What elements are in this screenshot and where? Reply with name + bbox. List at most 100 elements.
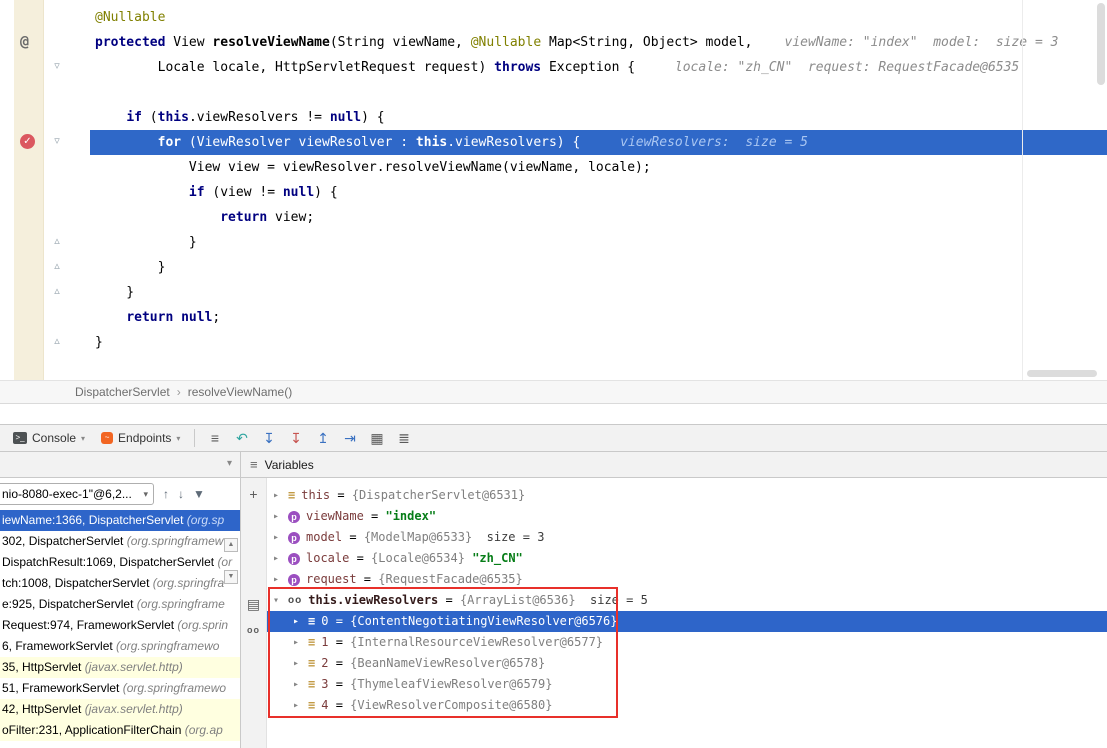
frame-package: (org.ap xyxy=(185,723,223,737)
chevron-right-icon[interactable]: ▸ xyxy=(293,653,308,674)
variable-value: {DispatcherServlet@6531} xyxy=(352,485,525,506)
stack-frame-row[interactable]: Request:974, FrameworkServlet (org.sprin xyxy=(0,615,240,636)
value-icon: ≡ xyxy=(308,632,315,653)
variable-row[interactable]: ▸≡1 = {InternalResourceViewResolver@6577… xyxy=(267,632,1107,653)
stack-frame-row[interactable]: 42, HttpServlet (javax.servlet.http) xyxy=(0,699,240,720)
editor-vertical-scrollbar[interactable] xyxy=(1097,3,1105,85)
frame-location: 51, FrameworkServlet xyxy=(2,681,123,695)
variable-row[interactable]: ▸pviewName = "index" xyxy=(267,506,1107,527)
fold-up-icon[interactable]: ▵ xyxy=(50,336,64,349)
fold-down-icon[interactable]: ▿ xyxy=(50,136,64,149)
variable-name: 3 xyxy=(321,674,328,695)
panel-headers: ▾ ≡ Variables xyxy=(0,452,1107,478)
variable-row[interactable]: ▸plocale = {Locale@6534} "zh_CN" xyxy=(267,548,1107,569)
chevron-right-icon[interactable]: ▸ xyxy=(273,506,288,527)
stack-frame-row[interactable]: iewName:1366, DispatcherServlet (org.sp xyxy=(0,510,240,531)
frames-panel-header: ▾ xyxy=(0,452,241,477)
more-options-icon[interactable]: ≣ xyxy=(390,425,417,451)
variable-row[interactable]: ▸≡this = {DispatcherServlet@6531} xyxy=(267,485,1107,506)
toolbar-separator xyxy=(194,429,195,447)
breadcrumb-method[interactable]: resolveViewName() xyxy=(188,385,292,399)
variable-value: {ContentNegotiatingViewResolver@6576} xyxy=(350,611,617,632)
value-icon: ≡ xyxy=(308,695,315,716)
tab-console[interactable]: >_ Console ▾ xyxy=(5,425,93,451)
stack-frame-row[interactable]: oFilter:231, ApplicationFilterChain (org… xyxy=(0,720,240,741)
thread-toolbar: nio-8080-exec-1"@6,2... ▾ ↑ ↓ ▼ xyxy=(0,478,240,510)
chevron-down-icon[interactable]: ▾ xyxy=(273,590,288,611)
fold-up-icon[interactable]: ▵ xyxy=(50,236,64,249)
variable-name: 0 xyxy=(321,611,328,632)
fold-down-icon[interactable]: ▿ xyxy=(50,61,64,74)
chevron-right-icon[interactable]: ▸ xyxy=(273,569,288,590)
evaluate-expression-icon[interactable]: ▦ xyxy=(363,425,390,451)
editor-horizontal-scrollbar[interactable] xyxy=(1027,370,1097,377)
show-execution-point-icon[interactable]: ↶ xyxy=(228,425,255,451)
run-to-cursor-icon[interactable]: ⇥ xyxy=(336,425,363,451)
hide-panel-icon[interactable]: ▾ xyxy=(227,458,232,469)
stack-frame-row[interactable]: 51, FrameworkServlet (org.springframewo xyxy=(0,678,240,699)
fold-up-icon[interactable]: ▵ xyxy=(50,261,64,274)
variable-row[interactable]: ▸≡0 = {ContentNegotiatingViewResolver@65… xyxy=(267,611,1107,632)
settings-menu-icon[interactable]: ≡ xyxy=(201,425,228,451)
variables-menu-icon[interactable]: ≡ xyxy=(250,457,258,472)
breadcrumb: DispatcherServlet › resolveViewName() xyxy=(0,380,1107,404)
watches-icon[interactable]: oo xyxy=(241,624,266,636)
thread-selector[interactable]: nio-8080-exec-1"@6,2... ▾ xyxy=(0,483,154,505)
frame-location: DispatchResult:1069, DispatcherServlet xyxy=(2,555,217,569)
variable-row[interactable]: ▸≡3 = {ThymeleafViewResolver@6579} xyxy=(267,674,1107,695)
step-out-icon[interactable]: ↥ xyxy=(309,425,336,451)
variable-row[interactable]: ▸pmodel = {ModelMap@6533} size = 3 xyxy=(267,527,1107,548)
chevron-right-icon[interactable]: ▸ xyxy=(273,527,288,548)
variable-row[interactable]: ▸≡ 4 = {ViewResolverComposite@6580} xyxy=(267,695,1107,716)
chevron-right-icon[interactable]: ▸ xyxy=(293,611,308,632)
scroll-up-icon[interactable]: ▲ xyxy=(224,538,238,552)
chevron-right-icon[interactable]: ▸ xyxy=(293,695,308,716)
step-into-icon[interactable]: ↧ xyxy=(255,425,282,451)
variable-name: request xyxy=(306,569,357,590)
force-step-into-icon[interactable]: ↧ xyxy=(282,425,309,451)
stack-frame-row[interactable]: tch:1008, DispatcherServlet (org.springf… xyxy=(0,573,240,594)
equals-sign: = xyxy=(342,527,364,548)
code-line: } xyxy=(90,280,1107,305)
copy-stack-icon[interactable]: ▤ xyxy=(241,596,266,613)
variables-tree: ▸≡this = {DispatcherServlet@6531}▸pviewN… xyxy=(267,478,1107,716)
chevron-right-icon[interactable]: ▸ xyxy=(273,485,288,506)
stack-frame-row[interactable]: 302, DispatcherServlet (org.springframew xyxy=(0,531,240,552)
chevron-right-icon[interactable]: ▸ xyxy=(273,548,288,569)
variable-row[interactable]: ▾oothis.viewResolvers = {ArrayList@6536}… xyxy=(267,590,1107,611)
equals-sign: = xyxy=(328,674,350,695)
variable-row[interactable]: ▸prequest = {RequestFacade@6535} xyxy=(267,569,1107,590)
filter-icon[interactable]: ▼ xyxy=(193,487,205,501)
console-icon: >_ xyxy=(13,432,27,444)
breadcrumb-class[interactable]: DispatcherServlet xyxy=(75,385,170,399)
frame-package: (org.springframe xyxy=(137,597,225,611)
frame-down-icon[interactable]: ↓ xyxy=(178,487,184,501)
stack-frame-row[interactable]: e:925, DispatcherServlet (org.springfram… xyxy=(0,594,240,615)
chevron-right-icon[interactable]: ▸ xyxy=(293,674,308,695)
tab-endpoints[interactable]: ~ Endpoints ▾ xyxy=(93,425,188,451)
frames-panel: nio-8080-exec-1"@6,2... ▾ ↑ ↓ ▼ iewName:… xyxy=(0,478,241,748)
frame-up-icon[interactable]: ↑ xyxy=(163,487,169,501)
frame-location: tch:1008, DispatcherServlet xyxy=(2,576,153,590)
chevron-down-icon[interactable]: ▾ xyxy=(176,434,180,443)
equals-sign: = xyxy=(328,695,350,716)
thread-selector-value: nio-8080-exec-1"@6,2... xyxy=(2,487,132,501)
stack-frame-row[interactable]: 6, FrameworkServlet (org.springframewo xyxy=(0,636,240,657)
variable-value: size = 3 xyxy=(479,527,544,548)
variable-name: 4 xyxy=(321,695,328,716)
stack-frame-row[interactable]: DispatchResult:1069, DispatcherServlet (… xyxy=(0,552,240,573)
variable-value: {ViewResolverComposite@6580} xyxy=(350,695,552,716)
chevron-right-icon[interactable]: ▸ xyxy=(293,632,308,653)
breadcrumb-separator: › xyxy=(177,385,181,399)
chevron-down-icon[interactable]: ▾ xyxy=(81,434,85,443)
variable-row[interactable]: ▸≡2 = {BeanNameViewResolver@6578} xyxy=(267,653,1107,674)
frame-package: (org.springframewo xyxy=(123,681,226,695)
add-watch-icon[interactable]: + xyxy=(241,486,266,502)
fold-up-icon[interactable]: ▵ xyxy=(50,286,64,299)
right-margin-guide xyxy=(1022,0,1023,380)
stack-frames-list: iewName:1366, DispatcherServlet (org.sp3… xyxy=(0,510,240,741)
stack-frame-row[interactable]: 35, HttpServlet (javax.servlet.http) xyxy=(0,657,240,678)
variable-value: size = 5 xyxy=(583,590,648,611)
value-icon: ≡ xyxy=(308,653,315,674)
scroll-down-icon[interactable]: ▼ xyxy=(224,570,238,584)
